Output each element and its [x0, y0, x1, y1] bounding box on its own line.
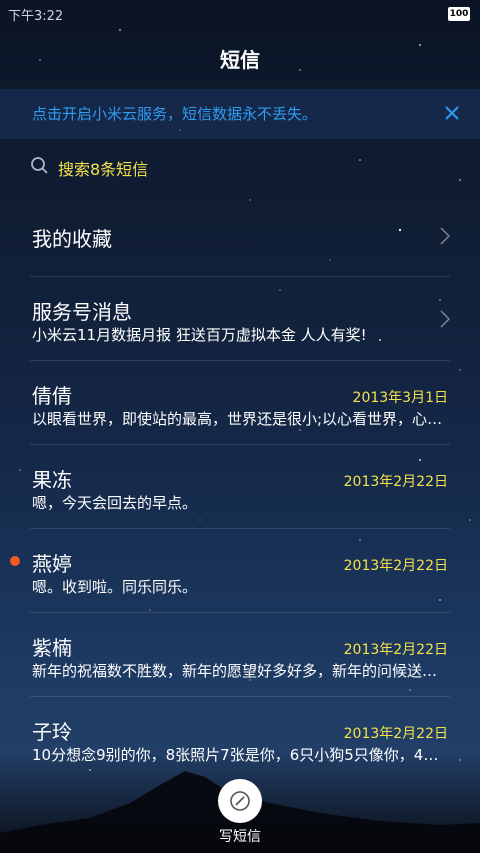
message-date: 2013年2月22日 [343, 474, 448, 490]
chevron-right-icon [440, 227, 450, 245]
row-name: 服务号消息 [32, 300, 132, 324]
search-icon [31, 157, 48, 174]
chevron-right-icon [440, 310, 450, 328]
search-label: 搜索8条短信 [58, 160, 149, 179]
cloud-banner-text[interactable]: 点击开启小米云服务，短信数据永不丢失。 [32, 103, 317, 124]
contact-name: 紫楠 [32, 636, 72, 660]
status-bar: 下午3:22 100 [0, 0, 480, 28]
message-date: 2013年2月22日 [343, 558, 448, 574]
unread-dot [10, 556, 20, 566]
cloud-service-banner[interactable]: 点击开启小米云服务，短信数据永不丢失。 [0, 89, 480, 139]
message-preview: 以眼看世界，即使站的最高，世界还是很小;以心看世界，心若宽广，世界就宽广 [32, 410, 448, 428]
list-item-favorites[interactable]: 我的收藏 [0, 195, 480, 277]
message-preview: 嗯，今天会回去的早点。 [32, 494, 198, 512]
message-date: 2013年2月22日 [343, 642, 448, 658]
contact-name: 子玲 [32, 720, 72, 744]
message-preview: 嗯。收到啦。同乐同乐。 [32, 578, 198, 596]
compose-button[interactable] [218, 779, 262, 823]
contact-name: 燕婷 [32, 552, 72, 576]
contact-name: 果冻 [32, 468, 72, 492]
status-time: 下午3:22 [8, 9, 64, 24]
compose-label[interactable]: 写短信 [0, 826, 480, 846]
row-name: 我的收藏 [32, 227, 112, 251]
page-title: 短信 [220, 48, 260, 72]
row-preview: 小米云11月数据月报 狂送百万虚拟本金 人人有奖! [32, 326, 367, 344]
conversation-row[interactable]: 燕婷 2013年2月22日 嗯。收到啦。同乐同乐。 [0, 529, 480, 613]
conversation-row[interactable]: 紫楠 2013年2月22日 新年的祝福数不胜数，新年的愿望好多好多，新年的问候送… [0, 613, 480, 697]
list-item-service-messages[interactable]: 服务号消息 小米云11月数据月报 狂送百万虚拟本金 人人有奖! [0, 277, 480, 361]
message-date: 2013年3月1日 [352, 390, 448, 406]
contact-name: 倩倩 [32, 384, 72, 408]
message-preview: 10分想念9别的你，8张照片7张是你，6只小狗5只像你，4个季节都陪着你 [32, 746, 448, 764]
close-icon[interactable] [438, 99, 466, 127]
message-date: 2013年2月22日 [343, 726, 448, 742]
conversation-row[interactable]: 子玲 2013年2月22日 10分想念9别的你，8张照片7张是你，6只小狗5只像… [0, 697, 480, 781]
conversation-row[interactable]: 倩倩 2013年3月1日 以眼看世界，即使站的最高，世界还是很小;以心看世界，心… [0, 361, 480, 445]
message-preview: 新年的祝福数不胜数，新年的愿望好多好多，新年的问候送给你 [32, 662, 448, 680]
conversation-row[interactable]: 果冻 2013年2月22日 嗯，今天会回去的早点。 [0, 445, 480, 529]
compose-icon [230, 791, 250, 811]
battery-icon: 100 [448, 7, 470, 21]
